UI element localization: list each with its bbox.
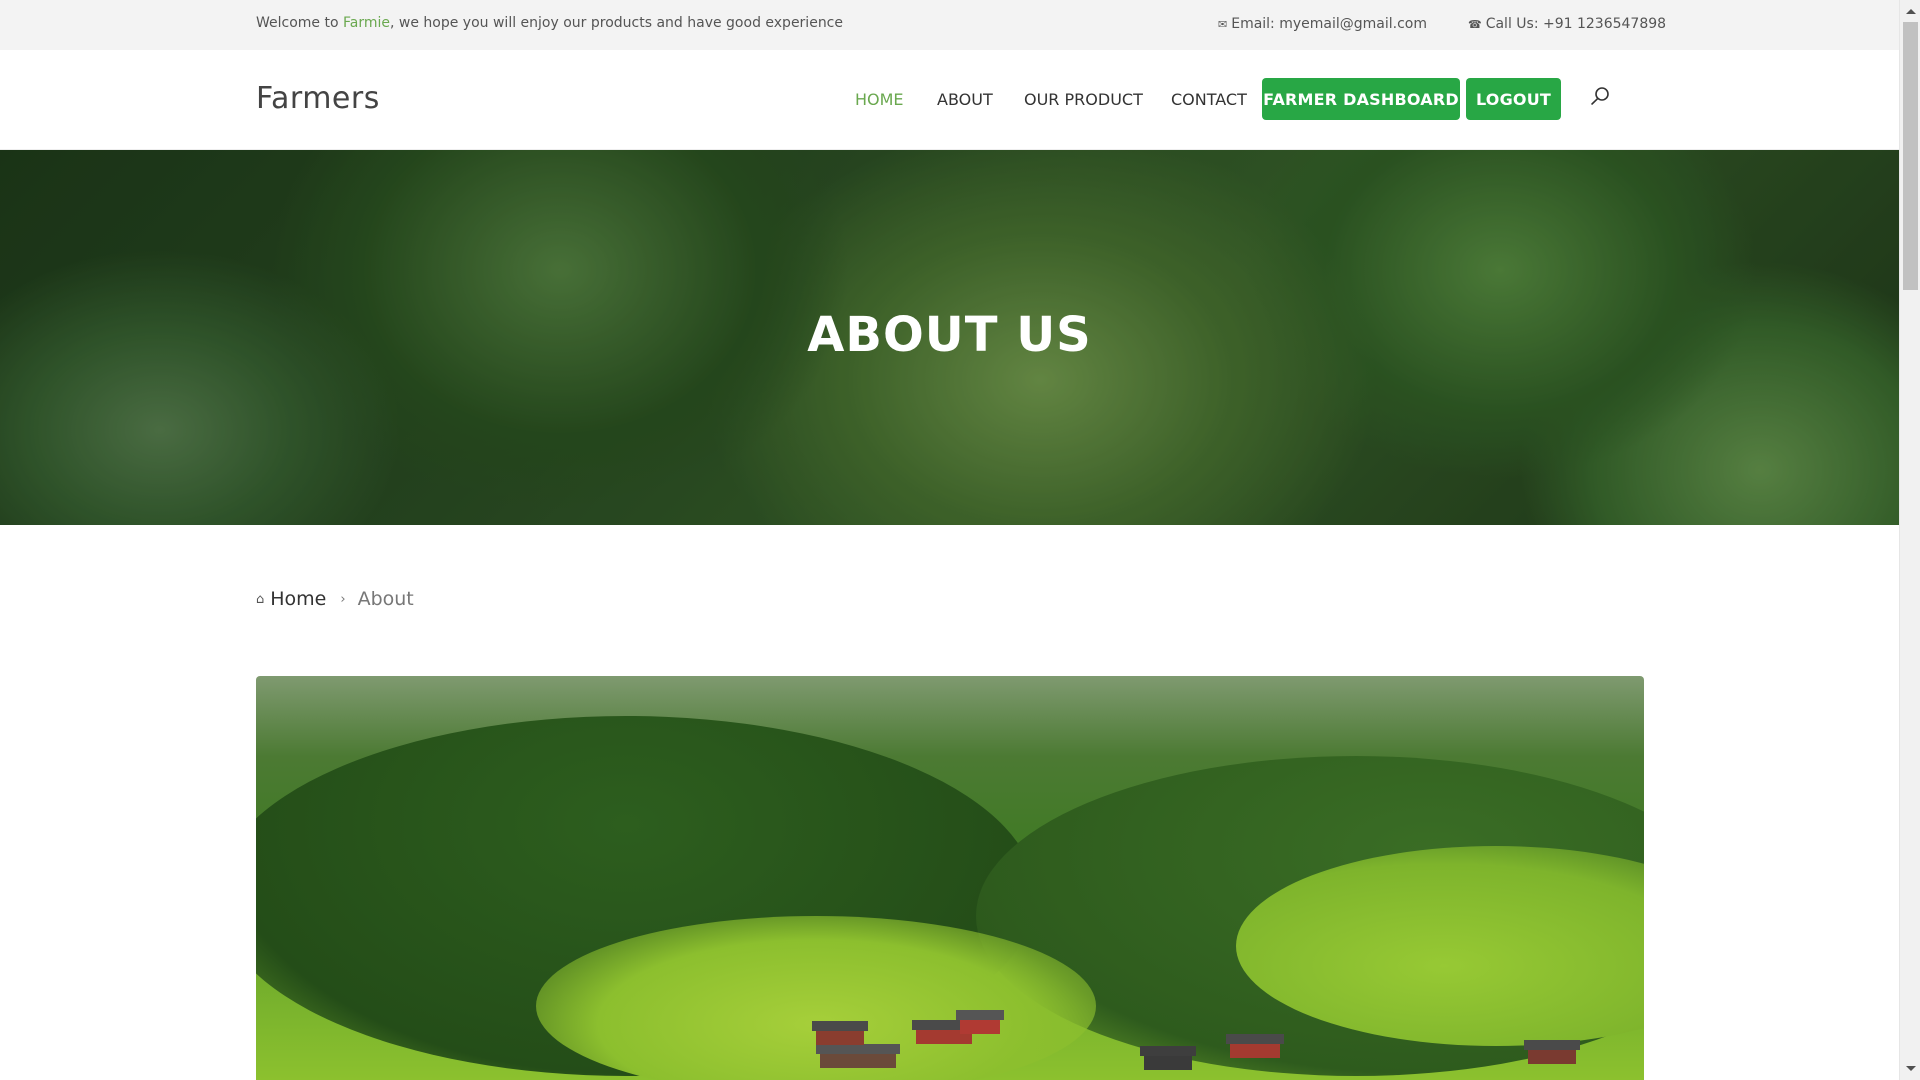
logout-button[interactable]: LOGOUT xyxy=(1466,78,1561,120)
hero-title: ABOUT US xyxy=(807,307,1092,363)
chevron-right-icon: › xyxy=(340,591,346,607)
search-icon[interactable] xyxy=(1590,86,1610,106)
nav-about[interactable]: ABOUT xyxy=(937,90,993,109)
breadcrumb-current: About xyxy=(357,588,414,610)
hero-banner: ABOUT US xyxy=(0,150,1899,525)
page: Welcome to Farmie, we hope you will enjo… xyxy=(0,0,1899,1080)
nav-our-product[interactable]: OUR PRODUCT xyxy=(1024,90,1143,109)
nav-home[interactable]: HOME xyxy=(855,90,904,109)
email-text: Email: myemail@gmail.com xyxy=(1231,16,1427,32)
scroll-thumb[interactable] xyxy=(1903,22,1918,290)
phone-text: Call Us: +91 1236547898 xyxy=(1485,16,1667,32)
site-logo[interactable]: Farmers xyxy=(256,81,380,116)
breadcrumb-home-link[interactable]: Home xyxy=(270,588,326,610)
nav-contact[interactable]: CONTACT xyxy=(1171,90,1247,109)
email-contact[interactable]: ✉ Email: myemail@gmail.com xyxy=(1218,16,1427,32)
home-icon: ⌂ xyxy=(256,591,265,607)
welcome-prefix: Welcome to xyxy=(256,15,343,31)
scroll-down-arrow-icon[interactable] xyxy=(1900,1058,1920,1080)
breadcrumb: ⌂ Home › About xyxy=(256,588,414,610)
welcome-brand-link[interactable]: Farmie xyxy=(343,15,390,31)
page-scrollbar[interactable] xyxy=(1899,0,1920,1080)
about-landscape-image xyxy=(256,676,1644,1080)
welcome-suffix: , we hope you will enjoy our products an… xyxy=(390,15,843,31)
phone-icon: ☎ xyxy=(1468,18,1482,31)
envelope-icon: ✉ xyxy=(1218,18,1228,31)
farmer-dashboard-button[interactable]: FARMER DASHBOARD xyxy=(1262,78,1460,120)
top-info-bar: Welcome to Farmie, we hope you will enjo… xyxy=(0,0,1899,50)
welcome-message: Welcome to Farmie, we hope you will enjo… xyxy=(256,15,843,31)
site-header: Farmers HOME ABOUT OUR PRODUCT CONTACT F… xyxy=(0,50,1899,150)
phone-contact[interactable]: ☎ Call Us: +91 1236547898 xyxy=(1468,16,1666,32)
scroll-up-arrow-icon[interactable] xyxy=(1900,0,1920,22)
